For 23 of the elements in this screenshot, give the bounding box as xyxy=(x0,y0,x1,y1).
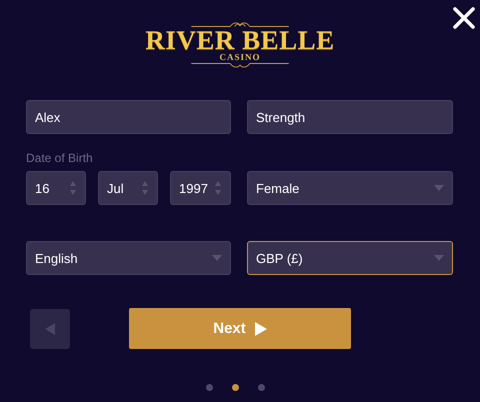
first-name-field[interactable]: Alex xyxy=(26,100,231,134)
gender-dropdown[interactable]: Female xyxy=(247,171,453,205)
day-field[interactable]: 16 xyxy=(26,171,86,205)
caret-icon xyxy=(434,255,444,261)
spinner-icon xyxy=(141,180,149,196)
step-dot[interactable] xyxy=(232,384,239,391)
logo-subtitle: CASINO xyxy=(219,52,260,62)
logo-title: RIVER BELLE xyxy=(145,28,335,52)
caret-icon xyxy=(434,185,444,191)
currency-dropdown[interactable]: GBP (£) xyxy=(247,241,453,275)
year-field[interactable]: 1997 xyxy=(170,171,231,205)
last-name-field[interactable]: Strength xyxy=(247,100,453,134)
month-field[interactable]: Jul xyxy=(98,171,158,205)
left-triangle-icon xyxy=(45,322,55,334)
step-dot[interactable] xyxy=(206,384,213,391)
date-of-birth-label: Date of Birth xyxy=(26,152,94,165)
step-dot[interactable] xyxy=(258,384,265,391)
spinner-icon xyxy=(69,180,77,196)
language-dropdown[interactable]: English xyxy=(26,241,231,275)
close-icon[interactable] xyxy=(452,6,476,30)
right-triangle-icon xyxy=(254,322,267,336)
caret-icon xyxy=(212,255,222,261)
spinner-icon xyxy=(214,180,222,196)
